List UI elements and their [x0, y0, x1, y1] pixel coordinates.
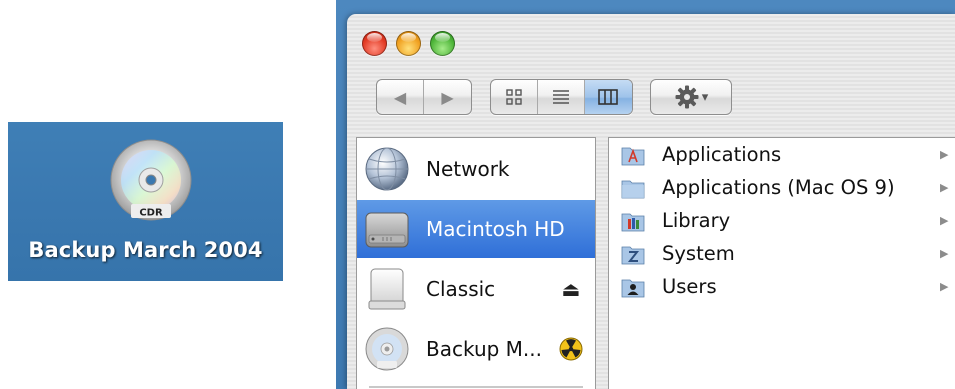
disclosure-arrow-icon: ▶ — [940, 148, 949, 161]
icon-view-icon — [506, 89, 522, 105]
list-view-button[interactable] — [538, 80, 585, 114]
cdr-disc-icon[interactable]: CDR — [109, 136, 193, 240]
sidebar-item-label: Macintosh HD — [426, 217, 565, 241]
column-browser: Applications ▶ Applications (Mac OS 9) ▶… — [608, 137, 955, 389]
users-folder-icon — [621, 279, 645, 297]
disc-label-text: CDR — [139, 208, 163, 219]
eject-icon[interactable]: ⏏ — [559, 277, 583, 301]
minimize-button[interactable] — [396, 31, 421, 56]
sidebar-item-classic[interactable]: Classic ⏏ — [357, 260, 595, 318]
network-globe-icon — [365, 147, 409, 191]
drive-icon — [368, 268, 406, 310]
forward-button[interactable]: ▶ — [424, 80, 471, 114]
list-item-applications[interactable]: Applications ▶ — [609, 138, 955, 171]
desktop-background: CDR Backup March 2004 — [8, 122, 283, 281]
list-view-icon — [553, 90, 569, 104]
zoom-button[interactable] — [430, 31, 455, 56]
list-item-label: Users — [662, 275, 717, 298]
list-item-system[interactable]: System ▶ — [609, 237, 955, 270]
library-folder-icon — [621, 213, 645, 231]
list-item-label: Library — [662, 209, 731, 232]
nav-button-group: ◀ ▶ — [376, 79, 472, 115]
back-arrow-icon: ◀ — [393, 87, 407, 107]
icon-view-button[interactable] — [491, 80, 538, 114]
system-folder-icon — [621, 246, 645, 264]
folder-icon — [621, 180, 645, 198]
forward-arrow-icon: ▶ — [441, 87, 454, 107]
action-menu-button[interactable]: ▾ — [651, 80, 731, 114]
applications-folder-icon — [621, 147, 645, 165]
sidebar-item-macintosh-hd[interactable]: Macintosh HD — [357, 200, 595, 258]
sidebar-item-backup[interactable]: Backup M... — [357, 320, 595, 378]
list-item-label: Applications (Mac OS 9) — [662, 176, 895, 199]
close-button[interactable] — [362, 31, 387, 56]
hard-drive-icon — [365, 212, 409, 248]
disclosure-arrow-icon: ▶ — [940, 181, 949, 194]
sidebar-divider — [369, 386, 583, 388]
back-button[interactable]: ◀ — [377, 80, 425, 114]
column-view-icon — [598, 89, 619, 105]
disclosure-arrow-icon: ▶ — [940, 214, 949, 227]
sidebar-item-label: Backup M... — [426, 337, 542, 361]
disclosure-arrow-icon: ▶ — [940, 280, 949, 293]
list-item-label: System — [662, 242, 735, 265]
action-menu-group: ▾ — [650, 79, 732, 115]
sidebar-item-network[interactable]: Network — [357, 140, 595, 198]
chevron-down-icon: ▾ — [701, 89, 709, 105]
sidebar-item-label: Classic — [426, 277, 496, 301]
gear-icon — [675, 85, 699, 109]
sidebar: Network Macintosh HD Classic ⏏ Backup M.… — [356, 137, 596, 389]
column-view-button[interactable] — [585, 80, 632, 114]
list-item-label: Applications — [662, 143, 782, 166]
cdr-disc-icon — [365, 327, 409, 371]
desktop-icon-label[interactable]: Backup March 2004 — [8, 238, 283, 262]
list-item-applications-mac-os-9[interactable]: Applications (Mac OS 9) ▶ — [609, 171, 955, 204]
burn-icon[interactable] — [559, 337, 583, 361]
sidebar-item-label: Network — [426, 157, 510, 181]
finder-window: ◀ ▶ ▾ Network Macintosh HD Classic ⏏ Bac… — [347, 14, 955, 389]
list-item-users[interactable]: Users ▶ — [609, 270, 955, 303]
list-item-library[interactable]: Library ▶ — [609, 204, 955, 237]
view-button-group — [490, 79, 633, 115]
disclosure-arrow-icon: ▶ — [940, 247, 949, 260]
